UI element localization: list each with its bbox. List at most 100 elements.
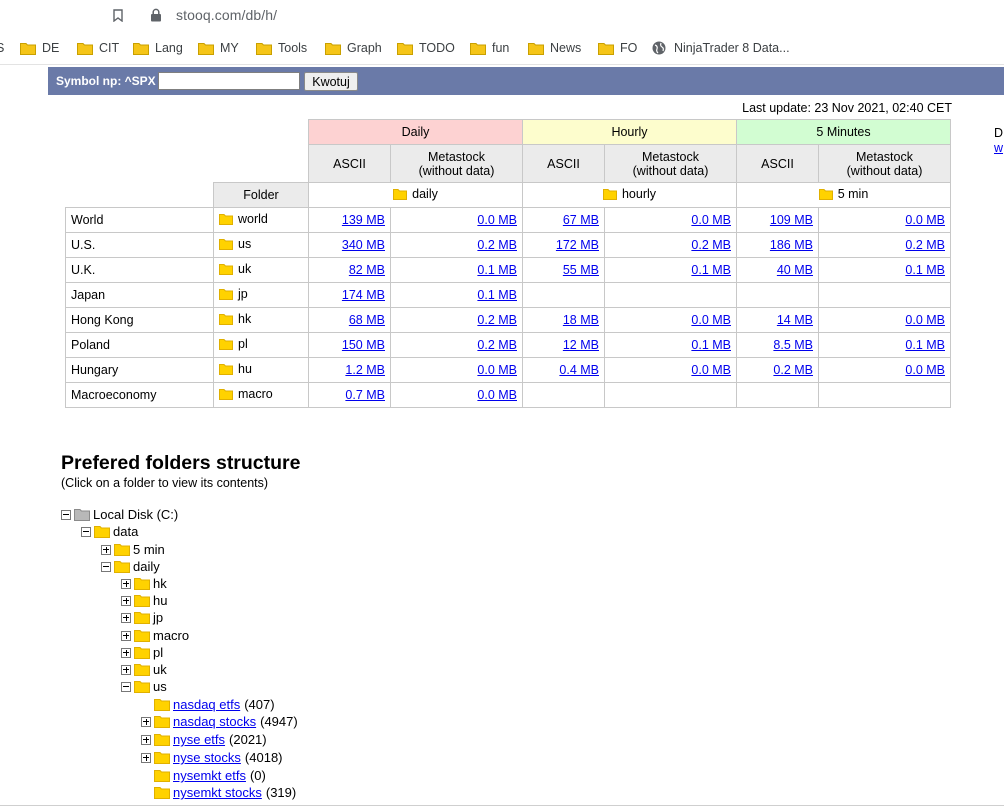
download-link[interactable]: 55 MB [563,263,599,277]
collapse-icon[interactable] [81,526,91,537]
download-link[interactable]: 0.4 MB [559,363,599,377]
download-link[interactable]: 0.7 MB [345,388,385,402]
tree-node[interactable]: nysemkt stocks (319) [141,784,296,801]
tree-link[interactable]: nysemkt stocks [173,785,262,800]
tree-node[interactable]: nyse stocks (4018) [141,749,283,766]
market-folder[interactable]: world [213,207,309,233]
tree-node[interactable]: Local Disk (C:) [61,506,178,523]
download-link[interactable]: 150 MB [342,338,385,352]
download-link[interactable]: 174 MB [342,288,385,302]
tree-node[interactable]: us [121,678,167,695]
download-link[interactable]: 0.1 MB [691,263,731,277]
bookmark-item[interactable]: S [0,40,4,56]
collapse-icon[interactable] [121,681,131,692]
market-folder[interactable]: pl [213,332,309,358]
market-folder[interactable]: hk [213,307,309,333]
lock-icon[interactable] [150,8,162,22]
download-link[interactable]: 0.0 MB [477,213,517,227]
market-folder[interactable]: uk [213,257,309,283]
bookmark-folder-graph[interactable]: Graph [325,40,382,56]
tree-link[interactable]: nyse stocks [173,750,241,765]
download-link[interactable]: 0.0 MB [905,363,945,377]
expand-icon[interactable] [121,612,131,623]
expand-icon[interactable] [141,734,151,745]
symbol-input[interactable] [158,72,300,90]
tree-node[interactable]: macro [121,627,189,644]
download-link[interactable]: 0.2 MB [477,313,517,327]
download-link[interactable]: 1.2 MB [345,363,385,377]
tree-node[interactable]: jp [121,609,163,626]
download-link[interactable]: 0.0 MB [477,363,517,377]
market-folder[interactable]: macro [213,382,309,408]
download-link[interactable]: 67 MB [563,213,599,227]
download-link[interactable]: 0.2 MB [691,238,731,252]
url-text[interactable]: stooq.com/db/h/ [176,7,277,23]
market-folder[interactable]: jp [213,282,309,308]
clipped-link[interactable]: w [994,141,1003,155]
bookmark-folder-todo[interactable]: TODO [397,40,455,56]
expand-icon[interactable] [121,578,131,589]
expand-icon[interactable] [141,716,151,727]
expand-icon[interactable] [121,630,131,641]
tree-node[interactable]: nasdaq etfs (407) [141,696,275,713]
bookmark-folder-lang[interactable]: Lang [133,40,183,56]
download-link[interactable]: 14 MB [777,313,813,327]
download-link[interactable]: 0.0 MB [691,363,731,377]
bookmark-ninjatrader[interactable]: NinjaTrader 8 Data... [652,40,790,56]
download-link[interactable]: 186 MB [770,238,813,252]
bookmark-folder-fun[interactable]: fun [470,40,509,56]
tree-node[interactable]: hk [121,575,167,592]
group-folder-daily[interactable]: daily [308,182,523,208]
download-link[interactable]: 0.1 MB [477,263,517,277]
download-link[interactable]: 0.1 MB [905,338,945,352]
download-link[interactable]: 0.1 MB [905,263,945,277]
download-link[interactable]: 172 MB [556,238,599,252]
collapse-icon[interactable] [61,509,71,520]
download-link[interactable]: 0.2 MB [477,338,517,352]
download-link[interactable]: 340 MB [342,238,385,252]
download-link[interactable]: 0.0 MB [905,213,945,227]
tree-link[interactable]: nasdaq stocks [173,714,256,729]
expand-icon[interactable] [121,595,131,606]
quote-button[interactable]: Kwotuj [304,72,358,91]
download-link[interactable]: 0.0 MB [905,313,945,327]
download-link[interactable]: 18 MB [563,313,599,327]
tree-node[interactable]: pl [121,644,163,661]
bookmark-folder-news[interactable]: News [528,40,581,56]
bookmark-folder-de[interactable]: DE [20,40,59,56]
group-folder-hourly[interactable]: hourly [522,182,737,208]
download-link[interactable]: 139 MB [342,213,385,227]
download-link[interactable]: 109 MB [770,213,813,227]
tree-node[interactable]: uk [121,661,167,678]
download-link[interactable]: 0.2 MB [773,363,813,377]
market-folder[interactable]: us [213,232,309,258]
download-link[interactable]: 8.5 MB [773,338,813,352]
tree-node[interactable]: data [81,523,138,540]
download-link[interactable]: 68 MB [349,313,385,327]
download-link[interactable]: 0.0 MB [477,388,517,402]
tree-node[interactable]: daily [101,558,160,575]
download-link[interactable]: 82 MB [349,263,385,277]
collapse-icon[interactable] [101,561,111,572]
market-folder[interactable]: hu [213,357,309,383]
tree-node[interactable]: nyse etfs (2021) [141,731,267,748]
bookmark-icon[interactable] [113,9,123,22]
bookmark-folder-cit[interactable]: CIT [77,40,119,56]
tree-node[interactable]: nysemkt etfs (0) [141,767,266,784]
download-link[interactable]: 0.2 MB [477,238,517,252]
download-link[interactable]: 0.1 MB [691,338,731,352]
bookmark-folder-tools[interactable]: Tools [256,40,307,56]
expand-icon[interactable] [101,544,111,555]
tree-node[interactable]: hu [121,592,167,609]
expand-icon[interactable] [141,752,151,763]
tree-link[interactable]: nysemkt etfs [173,768,246,783]
group-folder-5min[interactable]: 5 min [736,182,951,208]
tree-node[interactable]: nasdaq stocks (4947) [141,713,298,730]
tree-link[interactable]: nyse etfs [173,732,225,747]
tree-link[interactable]: nasdaq etfs [173,697,240,712]
download-link[interactable]: 0.0 MB [691,313,731,327]
download-link[interactable]: 12 MB [563,338,599,352]
expand-icon[interactable] [121,664,131,675]
download-link[interactable]: 40 MB [777,263,813,277]
bookmark-folder-my[interactable]: MY [198,40,239,56]
